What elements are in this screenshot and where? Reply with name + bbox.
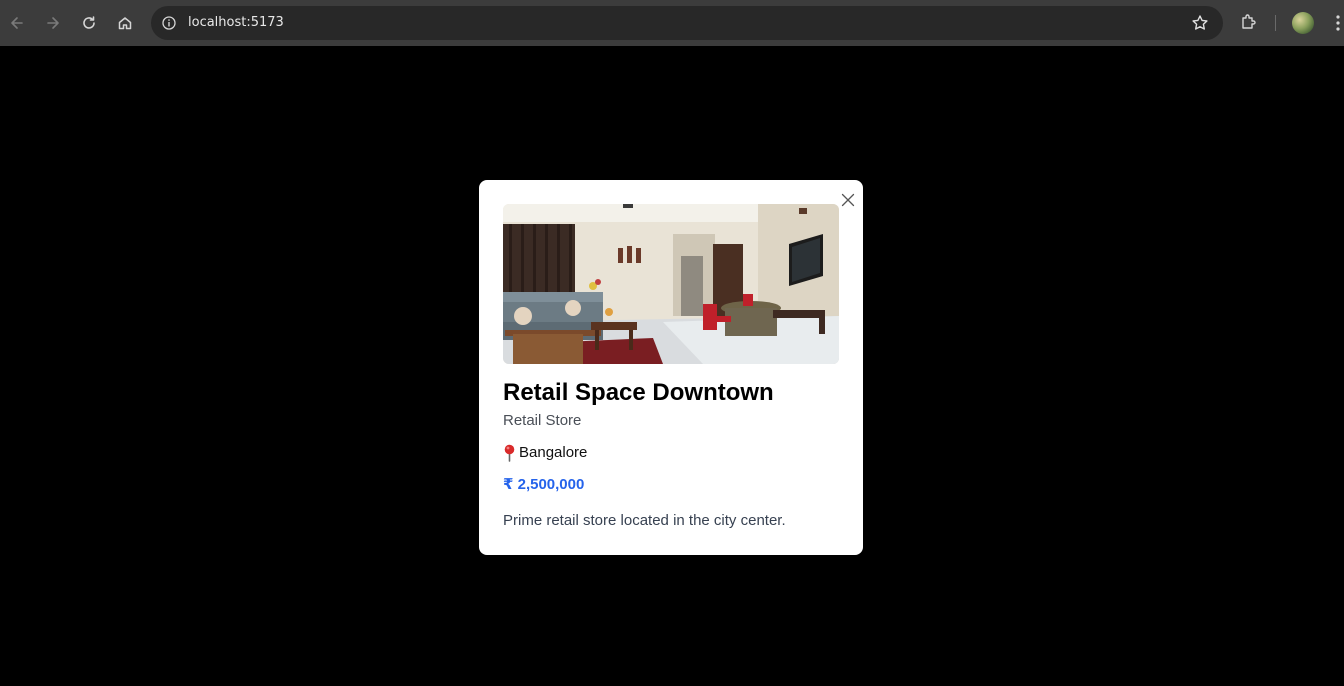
menu-icon[interactable] bbox=[1335, 14, 1341, 32]
forward-button[interactable] bbox=[41, 11, 65, 35]
star-icon[interactable] bbox=[1191, 14, 1209, 32]
profile-avatar[interactable] bbox=[1292, 12, 1314, 34]
url-text[interactable]: localhost:5173 bbox=[188, 15, 284, 30]
back-icon bbox=[11, 17, 23, 29]
reload-button[interactable] bbox=[77, 11, 101, 35]
home-icon bbox=[118, 17, 132, 30]
close-button[interactable] bbox=[839, 191, 857, 209]
property-image bbox=[503, 204, 839, 364]
address-bar[interactable]: localhost:5173 bbox=[151, 6, 1223, 40]
location-text: Bangalore bbox=[519, 444, 588, 461]
toolbar-divider bbox=[1275, 15, 1276, 31]
pin-icon bbox=[504, 444, 515, 462]
close-icon bbox=[841, 193, 855, 207]
back-button[interactable] bbox=[5, 11, 29, 35]
property-location: Bangalore bbox=[503, 443, 587, 463]
property-category: Retail Store bbox=[503, 412, 582, 429]
reload-icon bbox=[83, 16, 95, 29]
info-icon[interactable] bbox=[161, 15, 177, 31]
extensions-icon[interactable] bbox=[1239, 12, 1259, 32]
home-button[interactable] bbox=[113, 11, 137, 35]
property-price: ₹ 2,500,000 bbox=[503, 476, 585, 493]
property-title: Retail Space Downtown bbox=[503, 379, 774, 406]
forward-icon bbox=[47, 17, 59, 29]
property-description: Prime retail store located in the city c… bbox=[503, 512, 786, 529]
browser-toolbar: localhost:5173 bbox=[0, 0, 1344, 46]
